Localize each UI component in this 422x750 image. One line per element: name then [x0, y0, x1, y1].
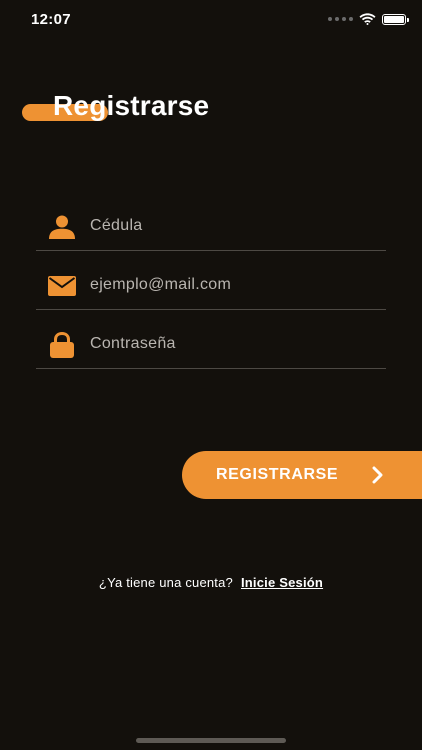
wifi-icon — [359, 13, 376, 25]
password-input[interactable] — [90, 329, 380, 359]
password-underline — [36, 368, 386, 369]
login-prompt: ¿Ya tiene una cuenta? Inicie Sesión — [0, 575, 422, 590]
login-question: ¿Ya tiene una cuenta? — [98, 575, 233, 590]
home-indicator[interactable] — [136, 738, 286, 743]
user-icon — [48, 213, 76, 241]
login-link[interactable]: Inicie Sesión — [241, 575, 323, 590]
lock-icon — [48, 331, 76, 359]
battery-icon — [382, 13, 409, 25]
status-time: 12:07 — [31, 11, 71, 28]
email-input[interactable] — [90, 270, 380, 300]
password-field — [36, 325, 386, 369]
cedula-underline — [36, 250, 386, 251]
page-title: Registrarse — [53, 90, 210, 121]
register-button[interactable]: REGISTRARSE — [182, 451, 422, 499]
email-underline — [36, 309, 386, 310]
cedula-field — [36, 207, 386, 251]
status-indicators — [328, 13, 409, 25]
mail-icon — [48, 272, 76, 300]
register-button-label: REGISTRARSE — [216, 466, 339, 483]
cedula-input[interactable] — [90, 211, 380, 241]
email-field — [36, 266, 386, 310]
chevron-right-icon — [372, 466, 383, 484]
cellular-signal-icon — [328, 17, 353, 21]
